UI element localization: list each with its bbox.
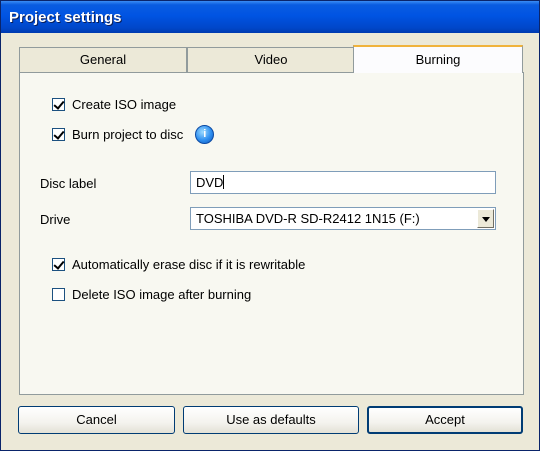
create-iso-checkbox[interactable] <box>52 98 65 111</box>
auto-erase-label: Automatically erase disc if it is rewrit… <box>72 257 306 272</box>
project-settings-dialog: Project settings General Video Burning C… <box>0 0 540 451</box>
delete-iso-checkbox[interactable] <box>52 288 65 301</box>
info-icon[interactable]: i <box>195 125 215 144</box>
auto-erase-checkbox[interactable] <box>52 258 65 271</box>
tab-general[interactable]: General <box>19 47 187 72</box>
tab-video[interactable]: Video <box>187 47 355 72</box>
create-iso-row[interactable]: Create ISO image <box>52 97 176 112</box>
burning-panel <box>19 72 524 395</box>
delete-iso-row[interactable]: Delete ISO image after burning <box>52 287 251 302</box>
use-as-defaults-button[interactable]: Use as defaults <box>183 406 359 434</box>
create-iso-label: Create ISO image <box>72 97 177 112</box>
dropdown-button[interactable] <box>477 209 494 228</box>
disc-label-caption: Disc label <box>40 176 97 191</box>
title-bar[interactable]: Project settings <box>1 1 539 33</box>
burn-project-label: Burn project to disc <box>72 127 184 142</box>
auto-erase-row[interactable]: Automatically erase disc if it is rewrit… <box>52 257 305 272</box>
disc-label-input[interactable]: DVD <box>190 171 496 194</box>
chevron-down-icon <box>482 217 490 222</box>
dialog-title: Project settings <box>9 9 122 26</box>
text-caret <box>223 175 225 189</box>
tab-burning[interactable]: Burning <box>353 45 523 73</box>
disc-label-value: DVD <box>196 175 224 190</box>
burn-project-row[interactable]: Burn project to disc i <box>52 125 215 144</box>
burn-project-checkbox[interactable] <box>52 128 65 141</box>
accept-button[interactable]: Accept <box>367 406 523 434</box>
drive-select[interactable]: TOSHIBA DVD-R SD-R2412 1N15 (F:) <box>190 207 496 230</box>
cancel-button[interactable]: Cancel <box>18 406 175 434</box>
drive-caption: Drive <box>40 212 71 227</box>
drive-value: TOSHIBA DVD-R SD-R2412 1N15 (F:) <box>196 211 420 226</box>
delete-iso-label: Delete ISO image after burning <box>72 287 252 302</box>
